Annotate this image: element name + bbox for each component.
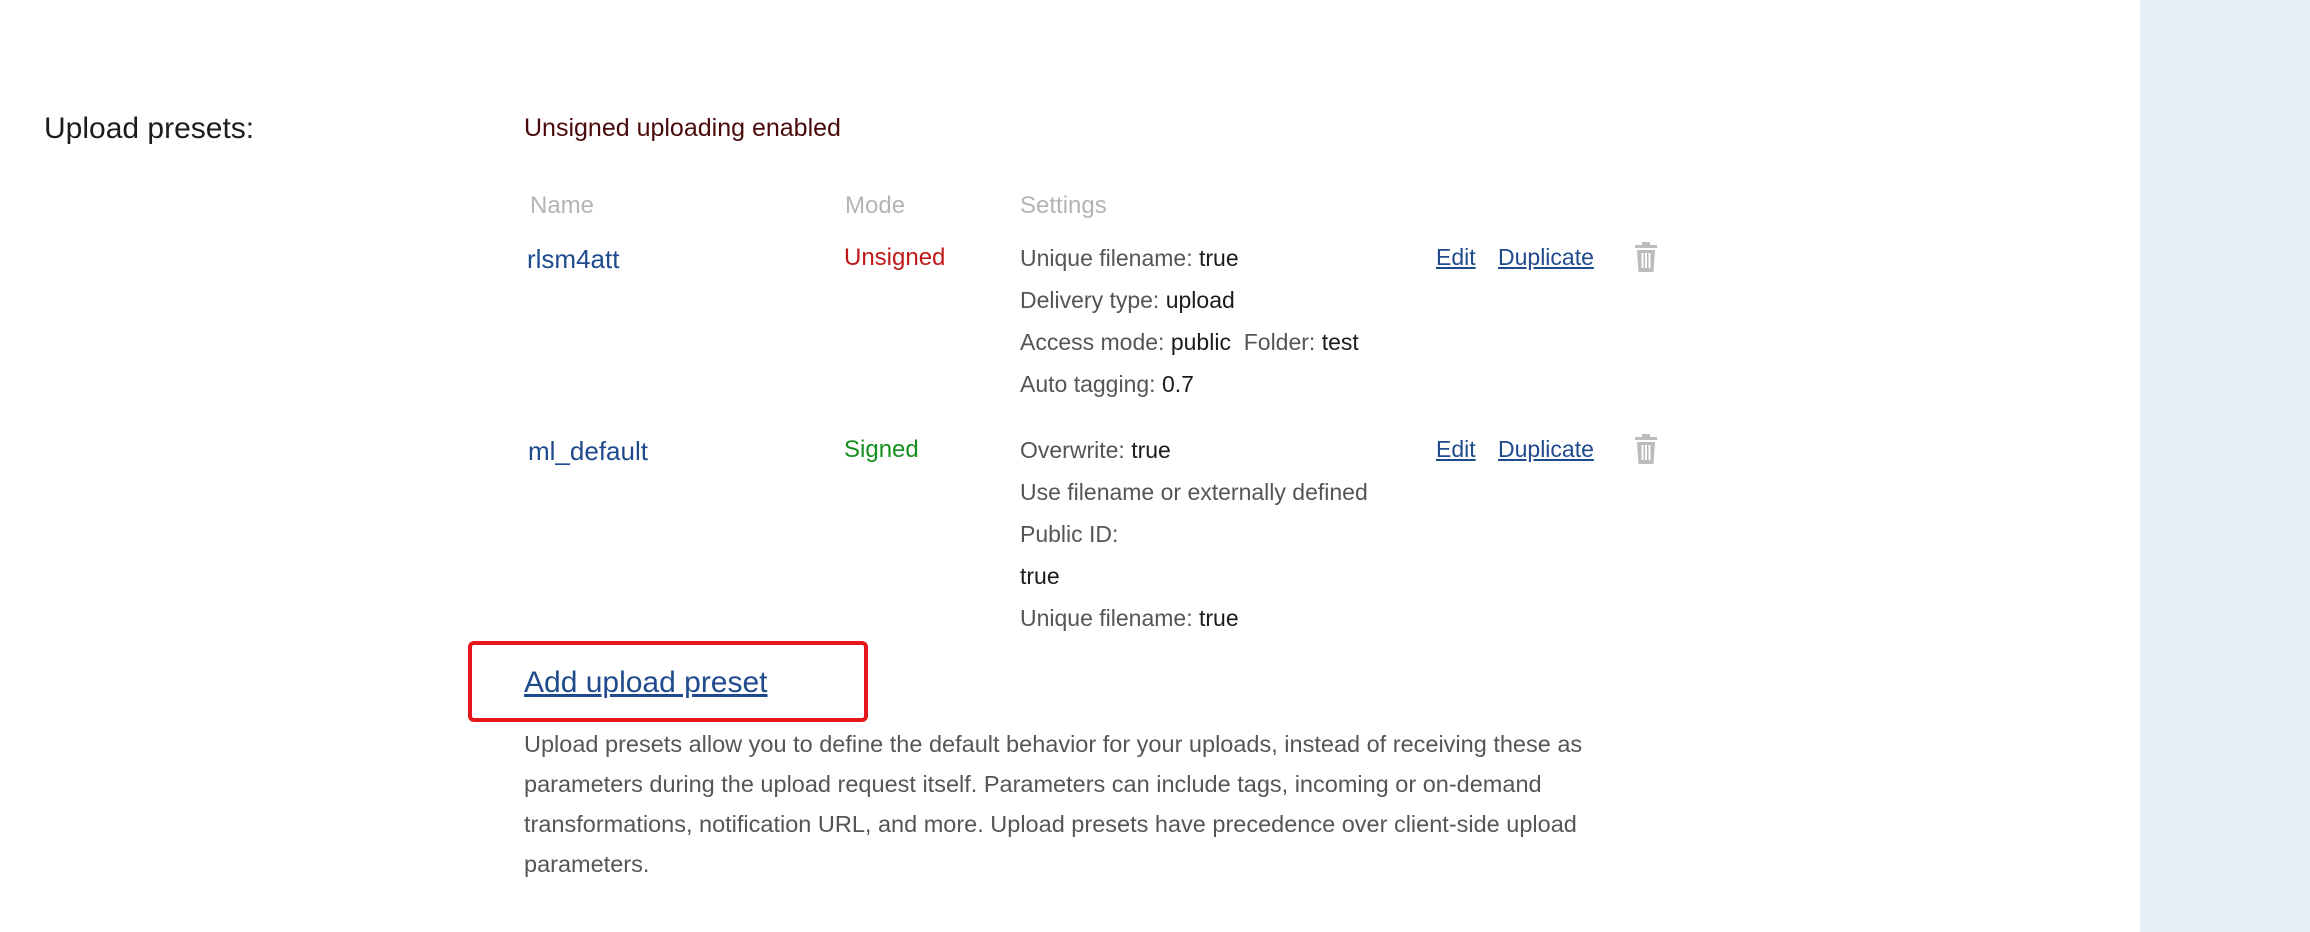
- setting-value: true: [1199, 605, 1239, 631]
- upload-presets-description: Upload presets allow you to define the d…: [524, 731, 1583, 877]
- right-side-panel: [2140, 0, 2310, 932]
- trash-icon[interactable]: [1634, 434, 1658, 464]
- edit-preset-link[interactable]: Edit: [1436, 244, 1476, 271]
- add-upload-preset-link[interactable]: Add upload preset: [524, 666, 768, 700]
- setting-value: true: [1131, 437, 1171, 463]
- trash-icon[interactable]: [1634, 242, 1658, 272]
- setting-label: Unique filename:: [1020, 605, 1193, 631]
- preset-settings: Overwrite: true Use filename or external…: [1020, 429, 1368, 639]
- column-header-mode: Mode: [845, 192, 906, 219]
- column-header-settings: Settings: [1020, 192, 1107, 219]
- setting-value: upload: [1165, 287, 1235, 313]
- setting-label: Access mode:: [1020, 329, 1165, 355]
- edit-preset-link[interactable]: Edit: [1436, 436, 1476, 463]
- duplicate-preset-link[interactable]: Duplicate: [1498, 436, 1594, 463]
- upload-presets-label: Upload presets:: [44, 112, 255, 145]
- preset-settings: Unique filename: true Delivery type: upl…: [1020, 237, 1359, 405]
- column-header-name: Name: [530, 192, 595, 219]
- preset-mode-badge: Signed: [844, 436, 919, 463]
- setting-label: Unique filename:: [1020, 245, 1193, 271]
- setting-label: Public ID:: [1020, 521, 1119, 547]
- preset-mode-badge: Unsigned: [844, 244, 946, 271]
- unsigned-uploading-status: Unsigned uploading enabled: [524, 114, 841, 142]
- setting-label: Overwrite:: [1020, 437, 1125, 463]
- setting-value: 0.7: [1161, 371, 1194, 397]
- setting-value: true: [1199, 245, 1239, 271]
- setting-label: Delivery type:: [1020, 287, 1160, 313]
- setting-label: Use filename or externally defined: [1020, 479, 1368, 505]
- preset-name-link[interactable]: rlsm4att: [527, 244, 619, 275]
- setting-value: test: [1321, 329, 1359, 355]
- setting-label: Auto tagging:: [1020, 371, 1156, 397]
- setting-value: public: [1170, 329, 1231, 355]
- preset-name-link[interactable]: ml_default: [528, 436, 648, 467]
- duplicate-preset-link[interactable]: Duplicate: [1498, 244, 1594, 271]
- setting-label: Folder:: [1243, 329, 1316, 355]
- setting-value: true: [1020, 563, 1060, 589]
